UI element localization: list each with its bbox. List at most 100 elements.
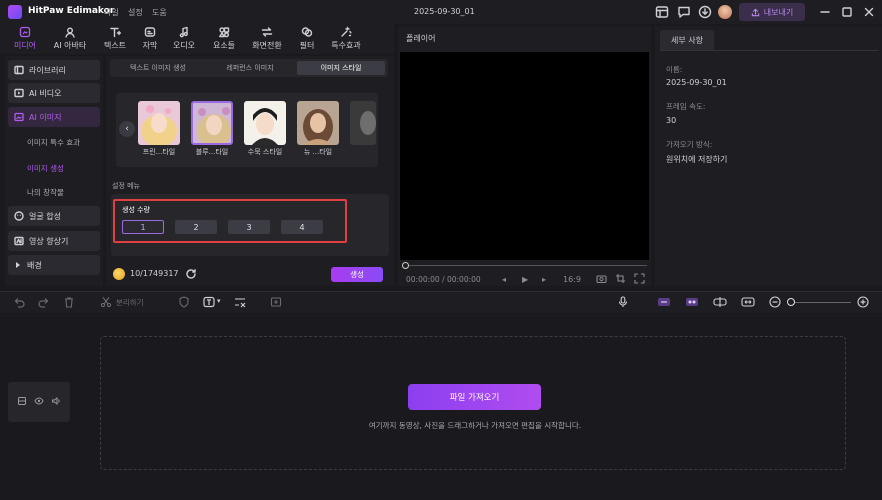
volume-icon[interactable] [51, 396, 61, 406]
tab-text[interactable]: 텍스트 [100, 26, 130, 52]
player-title: 플레이어 [406, 34, 436, 43]
shield-icon[interactable] [178, 296, 190, 308]
microphone-icon[interactable] [617, 296, 629, 308]
crop-icon[interactable] [615, 273, 626, 284]
zoom-slider[interactable] [793, 302, 851, 303]
tab-media[interactable]: 미디어 [8, 26, 42, 52]
subtitle-icon [144, 27, 156, 37]
export-button[interactable]: 내보내기 [739, 3, 805, 21]
sidebar-item-label: AI 이미지 [29, 112, 62, 122]
auto-cut-icon[interactable] [234, 296, 246, 308]
zoom-slider-handle[interactable] [787, 298, 795, 306]
zoom-out-icon[interactable] [769, 296, 781, 308]
carousel-prev-button[interactable]: ‹ [119, 121, 135, 137]
style-thumbnail[interactable] [297, 101, 339, 145]
tab-details[interactable]: 세부 사항 [660, 30, 714, 50]
app-title: HitPaw Edimakor [28, 6, 115, 16]
count-option-3[interactable]: 3 [228, 220, 270, 234]
count-option-2[interactable]: 2 [175, 220, 217, 234]
audio-icon [179, 26, 188, 38]
delete-icon[interactable] [63, 296, 75, 308]
menu-help[interactable]: 도움 [152, 7, 167, 18]
tab-effects[interactable]: 특수효과 [326, 26, 366, 52]
sidebar-sub-image-effects[interactable]: 이미지 특수 효과 [27, 137, 80, 148]
style-thumbnail[interactable] [191, 101, 233, 145]
sidebar-sub-image-generation[interactable]: 이미지 생성 [27, 163, 64, 174]
fullscreen-icon[interactable] [634, 273, 645, 284]
style-thumbnail[interactable] [138, 101, 180, 145]
style-label: 수묵 스타일 [247, 148, 283, 156]
seek-handle[interactable] [402, 262, 409, 269]
sidebar-item-face-swap[interactable]: 얼굴 합성 [8, 206, 100, 226]
redo-icon[interactable] [38, 296, 50, 308]
count-option-4[interactable]: 4 [281, 220, 323, 234]
sidebar-item-label: 라이브러리 [29, 65, 66, 75]
track-visibility-icon[interactable] [17, 396, 27, 406]
seek-bar[interactable] [405, 265, 647, 266]
tab-image-style[interactable]: 이미지 스타일 [297, 61, 385, 75]
tab-ai-avatar[interactable]: AI 아바타 [50, 26, 90, 52]
tab-audio[interactable]: 오디오 [169, 26, 199, 52]
layout-icon[interactable] [655, 5, 669, 19]
fit-timeline-icon[interactable] [741, 296, 755, 308]
coin-icon [113, 268, 125, 280]
text-template-icon[interactable] [203, 296, 215, 308]
sidebar-item-ai-image[interactable]: AI 이미지 [8, 107, 100, 127]
tab-subtitle[interactable]: 자막 [138, 26, 162, 52]
sidebar-item-video-enhancer[interactable]: 영상 향상기 [8, 231, 100, 251]
generate-button[interactable]: 생성 [331, 267, 383, 282]
style-label: 뉴 ...타일 [303, 148, 333, 156]
previous-frame-icon[interactable]: ◂ [502, 275, 506, 284]
style-thumbnail[interactable] [244, 101, 286, 145]
tab-media-label: 미디어 [13, 41, 37, 50]
refresh-icon[interactable] [185, 268, 197, 280]
tab-text-to-image[interactable]: 텍스트 이미지 생성 [113, 61, 203, 75]
zoom-in-icon[interactable] [857, 296, 869, 308]
detail-import-label: 가져오기 방식: [666, 140, 713, 149]
chevron-down-icon[interactable]: ▾ [217, 297, 221, 305]
tab-ai-avatar-label: AI 아바타 [53, 41, 87, 50]
detail-framerate-label: 프레임 속도: [666, 102, 706, 111]
avatar[interactable] [718, 5, 732, 19]
aspect-ratio-select[interactable]: 16:9 [563, 275, 581, 284]
sidebar-sub-my-creations[interactable]: 나의 창작물 [27, 187, 64, 198]
feedback-icon[interactable] [677, 5, 691, 19]
tab-effects-label: 특수효과 [331, 41, 361, 50]
play-icon[interactable]: ▶ [522, 275, 528, 284]
maximize-icon[interactable] [840, 5, 854, 19]
close-icon[interactable] [862, 5, 876, 19]
credits-count: 10/1749317 [130, 269, 179, 278]
tab-transition[interactable]: 화면전환 [248, 26, 286, 52]
sidebar-item-ai-video[interactable]: AI 비디오 [8, 83, 100, 103]
detail-import-value: 원위치에 저장하기 [666, 155, 728, 164]
download-icon[interactable] [698, 5, 712, 19]
tab-transition-label: 화면전환 [252, 41, 282, 50]
next-frame-icon[interactable]: ▸ [542, 275, 546, 284]
count-option-1[interactable]: 1 [122, 220, 164, 234]
sidebar-item-background[interactable]: 배경 [8, 255, 100, 275]
sidebar-item-library[interactable]: 라이브러리 [8, 60, 100, 80]
track-split-icon[interactable] [713, 296, 727, 308]
image-add-icon[interactable] [270, 296, 282, 308]
tab-filter[interactable]: 필터 [296, 26, 318, 52]
snapshot-icon[interactable] [596, 273, 607, 284]
tab-elements[interactable]: 요소들 [208, 26, 240, 52]
magnet-snap-icon[interactable] [657, 296, 671, 308]
eye-icon[interactable] [34, 396, 44, 406]
undo-icon[interactable] [13, 296, 25, 308]
link-clips-icon[interactable] [685, 296, 699, 308]
app-logo-icon [8, 5, 22, 19]
menu-file[interactable]: 파일 [104, 7, 119, 18]
style-thumbnail[interactable] [350, 101, 376, 145]
import-file-button[interactable]: 파일 가져오기 [408, 384, 541, 410]
split-label[interactable]: 분리하기 [116, 297, 144, 308]
menu-settings[interactable]: 설정 [128, 7, 143, 18]
style-label: 프린...타일 [142, 148, 176, 156]
sidebar-item-label: 얼굴 합성 [29, 211, 61, 221]
ai-video-icon [14, 88, 24, 98]
text-icon [110, 27, 121, 38]
split-icon[interactable] [100, 296, 112, 308]
minimize-icon[interactable] [818, 5, 832, 19]
triangle-right-icon [16, 262, 20, 268]
tab-reference-image[interactable]: 레퍼런스 이미지 [205, 61, 295, 75]
